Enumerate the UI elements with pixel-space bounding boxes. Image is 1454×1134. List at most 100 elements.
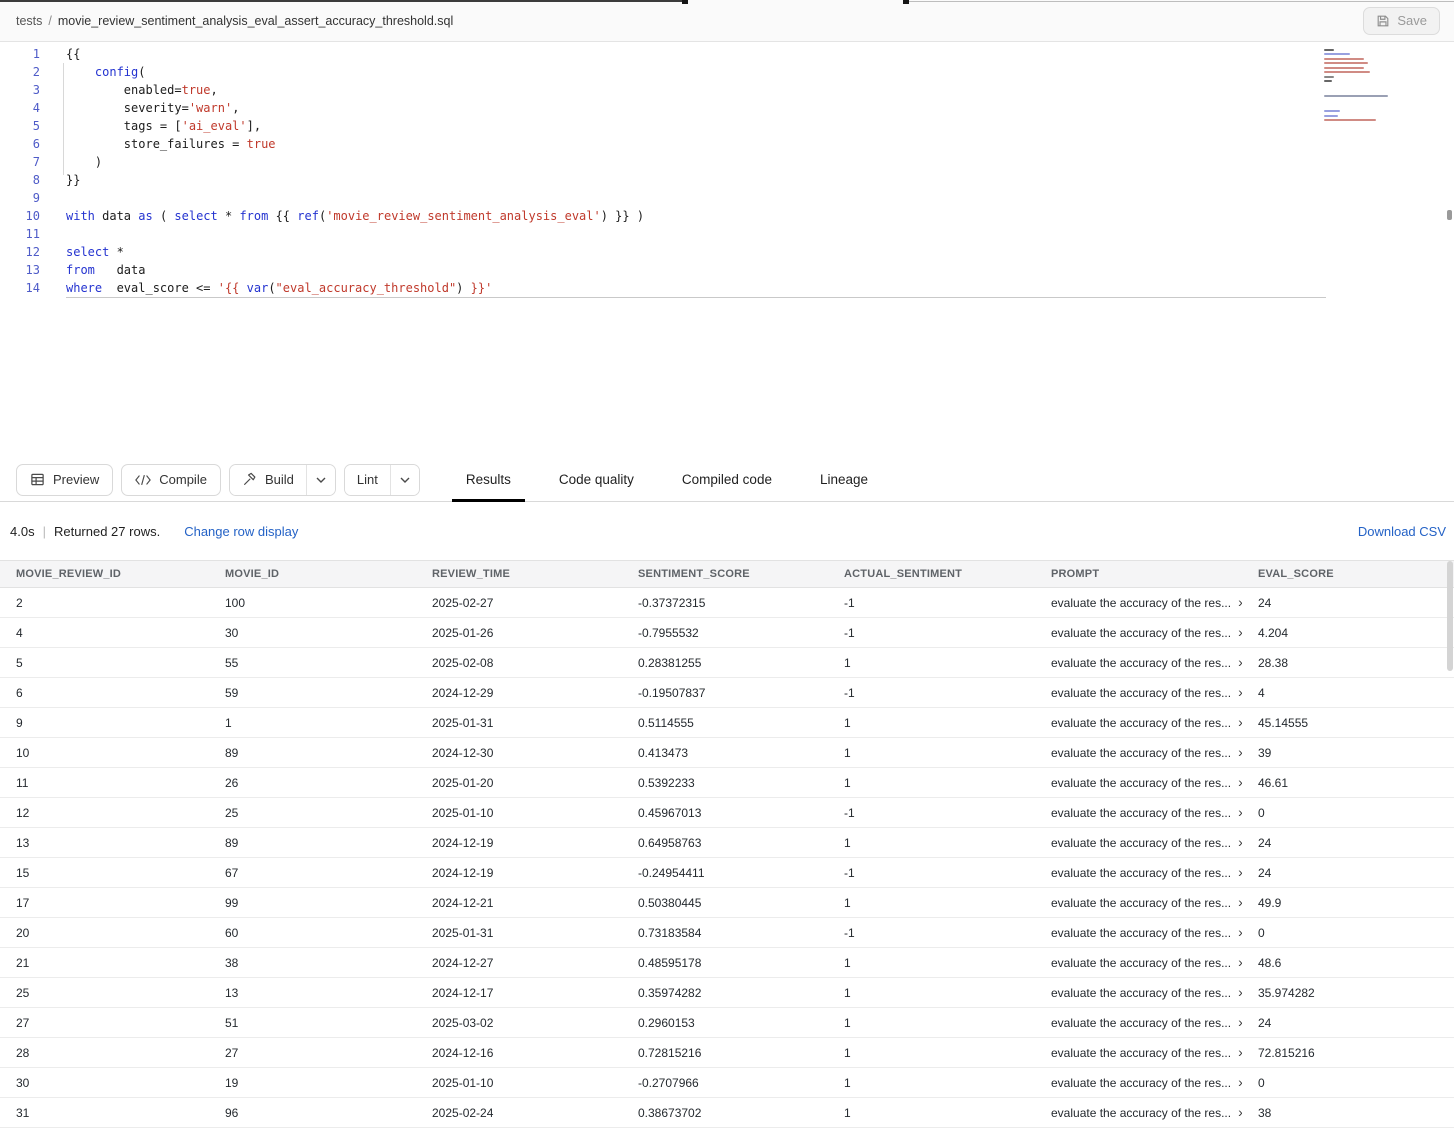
- code-line[interactable]: 12select *: [0, 243, 1454, 261]
- editor-header: tests / movie_review_sentiment_analysis_…: [0, 0, 1454, 42]
- download-csv-link[interactable]: Download CSV: [1358, 524, 1446, 539]
- lint-dropdown-button[interactable]: [390, 465, 419, 495]
- lint-button-label: Lint: [357, 472, 378, 487]
- build-dropdown-button[interactable]: [306, 465, 335, 495]
- prompt-text: evaluate the accuracy of the res...: [1051, 1016, 1231, 1030]
- tab-code-quality[interactable]: Code quality: [535, 458, 658, 501]
- preview-button[interactable]: Preview: [16, 464, 113, 496]
- expand-cell-icon[interactable]: ›: [1238, 805, 1242, 819]
- cell-sentiment_score: -0.7955532: [622, 618, 828, 648]
- line-number: 5: [0, 117, 40, 135]
- cell-review_time: 2025-02-24: [416, 1098, 622, 1128]
- cell-actual_sentiment: 1: [828, 738, 1035, 768]
- code-line[interactable]: 1{{: [0, 45, 1454, 63]
- sql-editor[interactable]: 1{{2 config(3 enabled=true,4 severity='w…: [0, 42, 1454, 458]
- scrollbar-thumb[interactable]: [1447, 561, 1453, 671]
- results-header-row: MOVIE_REVIEW_IDMOVIE_IDREVIEW_TIMESENTIM…: [0, 561, 1454, 588]
- prompt-text: evaluate the accuracy of the res...: [1051, 866, 1231, 880]
- cell-eval_score: 4: [1242, 678, 1454, 708]
- code-line[interactable]: 8}}: [0, 171, 1454, 189]
- cell-review_time: 2025-01-31: [416, 708, 622, 738]
- expand-cell-icon[interactable]: ›: [1238, 895, 1242, 909]
- cell-review_time: 2025-02-27: [416, 588, 622, 618]
- code-text: from data: [66, 261, 145, 279]
- column-header-review_time: REVIEW_TIME: [416, 561, 622, 588]
- cell-movie_review_id: 25: [0, 978, 209, 1008]
- action-bar: Preview Compile: [0, 458, 1454, 502]
- prompt-text: evaluate the accuracy of the res...: [1051, 956, 1231, 970]
- editor-actions: Preview Compile: [16, 464, 420, 496]
- compile-button[interactable]: Compile: [121, 464, 221, 496]
- cell-review_time: 2024-12-19: [416, 828, 622, 858]
- cell-movie_id: 60: [209, 918, 416, 948]
- change-row-display-link[interactable]: Change row display: [184, 524, 298, 539]
- cell-actual_sentiment: -1: [828, 918, 1035, 948]
- cell-movie_review_id: 10: [0, 738, 209, 768]
- cell-actual_sentiment: 1: [828, 948, 1035, 978]
- prompt-text: evaluate the accuracy of the res...: [1051, 716, 1231, 730]
- code-line[interactable]: 9: [0, 189, 1454, 207]
- save-button[interactable]: Save: [1363, 7, 1440, 35]
- cell-review_time: 2024-12-21: [416, 888, 622, 918]
- breadcrumb-folder[interactable]: tests: [16, 14, 42, 28]
- code-text: store_failures = true: [66, 135, 276, 153]
- results-panel[interactable]: MOVIE_REVIEW_IDMOVIE_IDREVIEW_TIMESENTIM…: [0, 560, 1454, 1128]
- minimap[interactable]: [1324, 46, 1396, 124]
- lint-button[interactable]: Lint: [345, 465, 390, 495]
- tab-compiled-code[interactable]: Compiled code: [658, 458, 796, 501]
- code-line[interactable]: 14where eval_score <= '{{ var("eval_accu…: [0, 279, 1454, 297]
- expand-cell-icon[interactable]: ›: [1238, 745, 1242, 759]
- expand-cell-icon[interactable]: ›: [1238, 775, 1242, 789]
- code-text: }}: [66, 171, 80, 189]
- cell-prompt: evaluate the accuracy of the res...›: [1035, 768, 1242, 798]
- table-row: 912025-01-310.51145551evaluate the accur…: [0, 708, 1454, 738]
- prompt-text: evaluate the accuracy of the res...: [1051, 626, 1231, 640]
- expand-cell-icon[interactable]: ›: [1238, 985, 1242, 999]
- cell-prompt: evaluate the accuracy of the res...›: [1035, 1068, 1242, 1098]
- table-row: 27512025-03-020.29601531evaluate the acc…: [0, 1008, 1454, 1038]
- cell-movie_id: 13: [209, 978, 416, 1008]
- expand-cell-icon[interactable]: ›: [1238, 1045, 1242, 1059]
- code-line[interactable]: 4 severity='warn',: [0, 99, 1454, 117]
- cell-prompt: evaluate the accuracy of the res... ›: [1035, 708, 1242, 738]
- expand-cell-icon[interactable]: ›: [1238, 685, 1242, 699]
- table-row: 21002025-02-27-0.37372315-1evaluate the …: [0, 588, 1454, 618]
- code-line[interactable]: 7 ): [0, 153, 1454, 171]
- table-row: 25132024-12-170.359742821evaluate the ac…: [0, 978, 1454, 1008]
- expand-cell-icon[interactable]: ›: [1238, 655, 1242, 669]
- expand-cell-icon[interactable]: ›: [1238, 595, 1242, 609]
- cell-actual_sentiment: 1: [828, 888, 1035, 918]
- expand-cell-icon[interactable]: ›: [1238, 1105, 1242, 1119]
- expand-cell-icon[interactable]: ›: [1238, 1075, 1242, 1089]
- cell-movie_id: 51: [209, 1008, 416, 1038]
- expand-cell-icon[interactable]: ›: [1238, 925, 1242, 939]
- code-line[interactable]: 5 tags = ['ai_eval'],: [0, 117, 1454, 135]
- cell-review_time: 2025-01-10: [416, 1068, 622, 1098]
- code-line[interactable]: 13from data: [0, 261, 1454, 279]
- code-line[interactable]: 2 config(: [0, 63, 1454, 81]
- expand-cell-icon[interactable]: ›: [1238, 835, 1242, 849]
- cell-review_time: 2024-12-19: [416, 858, 622, 888]
- editor-scrollbar[interactable]: [1447, 210, 1452, 220]
- expand-cell-icon[interactable]: ›: [1238, 955, 1242, 969]
- column-header-movie_review_id: MOVIE_REVIEW_ID: [0, 561, 209, 588]
- cell-prompt: evaluate the accuracy of the res... ›: [1035, 948, 1242, 978]
- cell-movie_review_id: 20: [0, 918, 209, 948]
- build-button[interactable]: Build: [230, 465, 306, 495]
- results-scrollbar[interactable]: [1447, 561, 1453, 1121]
- expand-cell-icon[interactable]: ›: [1238, 625, 1242, 639]
- expand-cell-icon[interactable]: ›: [1238, 715, 1242, 729]
- expand-cell-icon[interactable]: ›: [1238, 1015, 1242, 1029]
- code-line[interactable]: 10with data as ( select * from {{ ref('m…: [0, 207, 1454, 225]
- cell-actual_sentiment: 1: [828, 1008, 1035, 1038]
- code-line[interactable]: 3 enabled=true,: [0, 81, 1454, 99]
- code-text: ): [66, 153, 102, 171]
- cell-review_time: 2024-12-27: [416, 948, 622, 978]
- tab-lineage[interactable]: Lineage: [796, 458, 892, 501]
- expand-cell-icon[interactable]: ›: [1238, 865, 1242, 879]
- tab-results[interactable]: Results: [442, 458, 535, 501]
- column-header-sentiment_score: SENTIMENT_SCORE: [622, 561, 828, 588]
- code-line[interactable]: 6 store_failures = true: [0, 135, 1454, 153]
- code-line[interactable]: 11: [0, 225, 1454, 243]
- cell-sentiment_score: 0.413473: [622, 738, 828, 768]
